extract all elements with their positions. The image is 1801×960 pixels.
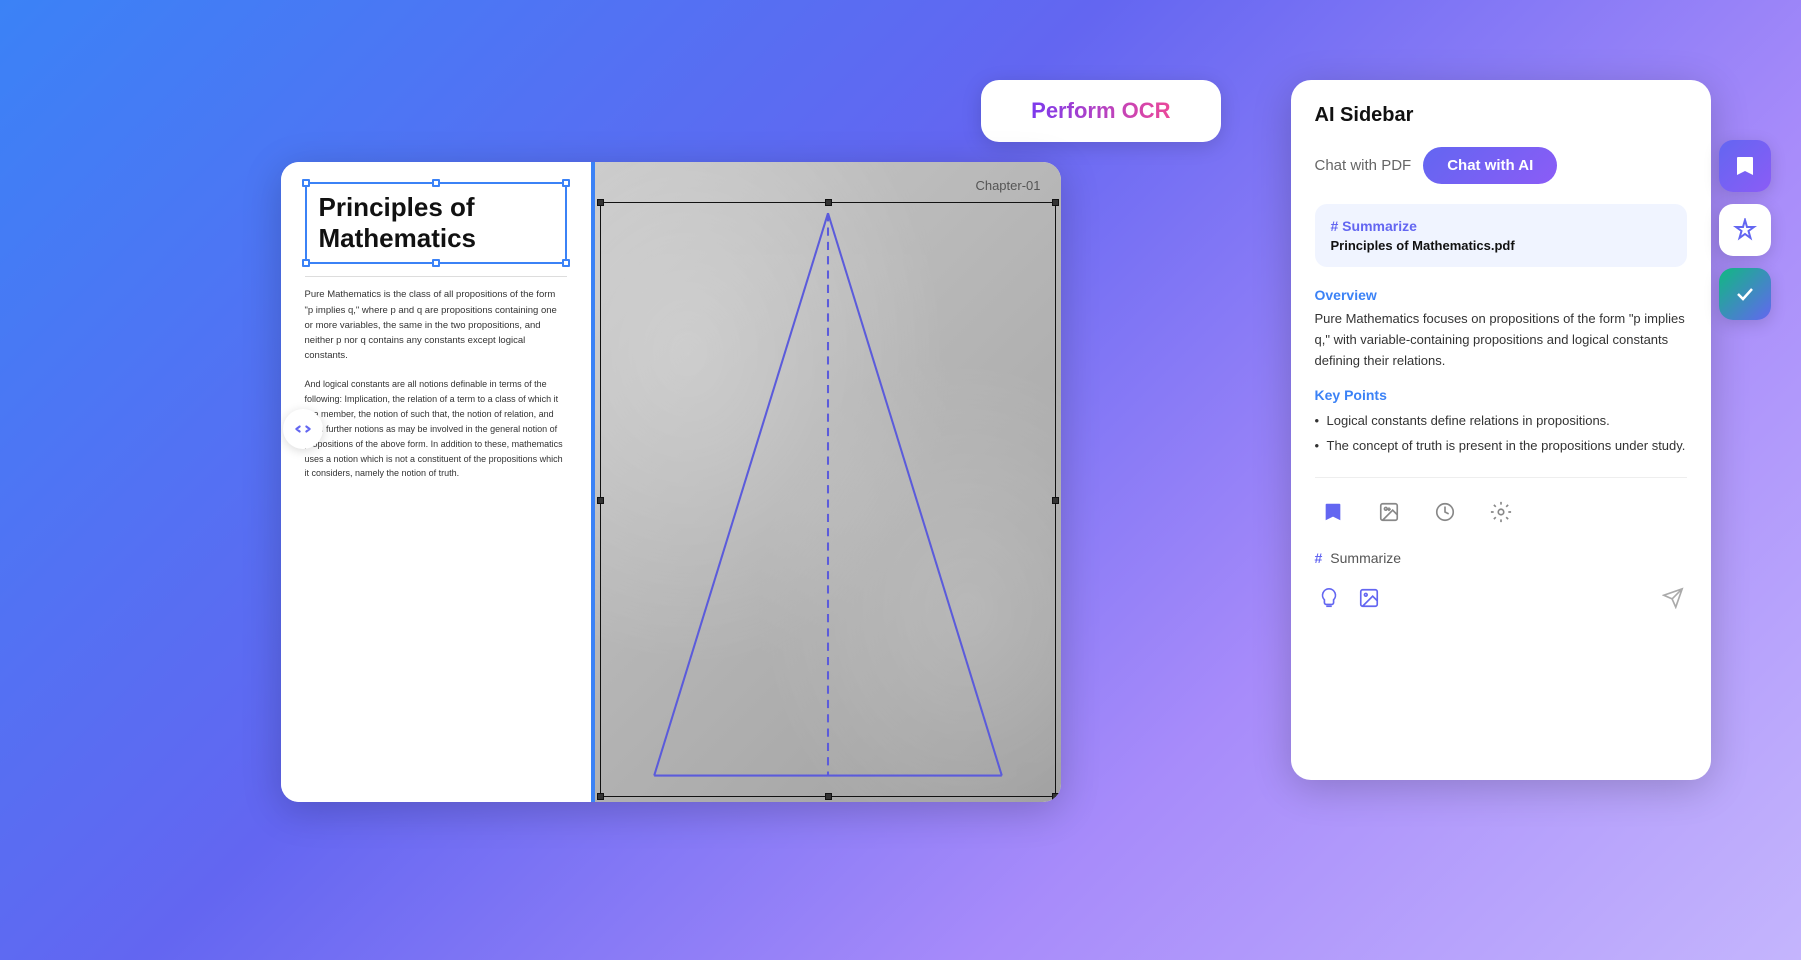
bottom-input-row bbox=[1315, 574, 1687, 612]
img-handle-br[interactable] bbox=[1052, 793, 1059, 800]
handle-top-left[interactable] bbox=[302, 179, 310, 187]
code-icon-wrapper[interactable] bbox=[283, 409, 323, 449]
settings-icon bbox=[1490, 501, 1512, 523]
key-points-list: Logical constants define relations in pr… bbox=[1315, 411, 1687, 457]
toolbar-icon-bookmark[interactable] bbox=[1315, 494, 1351, 530]
send-icon bbox=[1662, 587, 1684, 609]
pdf-body-section: And logical constants are all notions de… bbox=[305, 377, 567, 481]
bookmark-icon bbox=[1322, 501, 1344, 523]
add-image-icon bbox=[1378, 501, 1400, 523]
float-icon-ai[interactable] bbox=[1719, 204, 1771, 256]
key-point-1: Logical constants define relations in pr… bbox=[1315, 411, 1687, 432]
img-handle-ml[interactable] bbox=[597, 497, 604, 504]
floating-panel bbox=[1719, 140, 1771, 320]
toolbar-icon-settings[interactable] bbox=[1483, 494, 1519, 530]
sidebar-toolbar bbox=[1315, 477, 1687, 542]
bulb-icon[interactable] bbox=[1315, 584, 1343, 612]
ai-sidebar: AI Sidebar Chat with PDF Chat with AI # … bbox=[1291, 80, 1711, 780]
pdf-paragraph1: Pure Mathematics is the class of all pro… bbox=[305, 287, 567, 363]
summarize-card: # Summarize Principles of Mathematics.pd… bbox=[1315, 204, 1687, 267]
img-handle-tc[interactable] bbox=[825, 199, 832, 206]
right-side: AI Sidebar Chat with PDF Chat with AI # … bbox=[1291, 80, 1711, 780]
summarize-hash: # Summarize bbox=[1331, 218, 1671, 234]
send-button[interactable] bbox=[1659, 584, 1687, 612]
ocr-button[interactable]: Perform OCR bbox=[981, 80, 1220, 142]
sidebar-title: AI Sidebar bbox=[1315, 104, 1687, 127]
image-selection-box[interactable] bbox=[600, 202, 1056, 797]
float-check-icon bbox=[1733, 282, 1757, 306]
img-handle-bl[interactable] bbox=[597, 793, 604, 800]
handle-bottom-center[interactable] bbox=[432, 259, 440, 267]
handle-top-center[interactable] bbox=[432, 179, 440, 187]
triangle-svg bbox=[601, 203, 1055, 796]
title-selection-box[interactable]: Principles of Mathematics bbox=[305, 182, 567, 264]
float-bookmark-icon bbox=[1733, 154, 1757, 178]
pdf-left-panel: Principles of Mathematics Pure Mathemati… bbox=[281, 162, 591, 802]
tab-row: Chat with PDF Chat with AI bbox=[1315, 147, 1687, 184]
second-hash: # bbox=[1315, 550, 1323, 566]
second-summarize-label: Summarize bbox=[1330, 550, 1401, 566]
key-points-label: Key Points bbox=[1315, 387, 1687, 403]
code-icon bbox=[293, 419, 313, 439]
toolbar-icon-add-image[interactable] bbox=[1371, 494, 1407, 530]
handle-bottom-right[interactable] bbox=[562, 259, 570, 267]
toolbar-icon-history[interactable] bbox=[1427, 494, 1463, 530]
img-handle-tr[interactable] bbox=[1052, 199, 1059, 206]
pdf-divider-line bbox=[305, 276, 567, 277]
handle-bottom-left[interactable] bbox=[302, 259, 310, 267]
ocr-button-label: Perform OCR bbox=[1031, 98, 1170, 123]
pdf-paragraph2: And logical constants are all notions de… bbox=[305, 377, 567, 481]
second-summarize-row: # Summarize bbox=[1315, 542, 1687, 574]
left-side: Perform OCR Principles of Mathematics bbox=[91, 80, 1251, 802]
pdf-right-panel: Chapter-01 bbox=[595, 162, 1061, 802]
img-handle-tl[interactable] bbox=[597, 199, 604, 206]
float-ai-icon bbox=[1733, 218, 1757, 242]
pdf-viewer: Principles of Mathematics Pure Mathemati… bbox=[281, 162, 1061, 802]
image-icon bbox=[1358, 587, 1380, 609]
summarize-filename: Principles of Mathematics.pdf bbox=[1331, 238, 1671, 253]
img-handle-mr[interactable] bbox=[1052, 497, 1059, 504]
ocr-button-wrapper: Perform OCR bbox=[981, 80, 1220, 142]
overview-label: Overview bbox=[1315, 287, 1687, 303]
tab-chat-with-ai[interactable]: Chat with AI bbox=[1423, 147, 1557, 184]
image-upload-icon[interactable] bbox=[1355, 584, 1383, 612]
overview-text: Pure Mathematics focuses on propositions… bbox=[1315, 309, 1687, 371]
float-icon-check[interactable] bbox=[1719, 268, 1771, 320]
img-handle-bc[interactable] bbox=[825, 793, 832, 800]
history-icon bbox=[1434, 501, 1456, 523]
pdf-title: Principles of Mathematics bbox=[319, 192, 553, 254]
lightbulb-icon bbox=[1318, 587, 1340, 609]
handle-top-right[interactable] bbox=[562, 179, 570, 187]
tab-chat-with-pdf[interactable]: Chat with PDF bbox=[1315, 149, 1412, 182]
chapter-label: Chapter-01 bbox=[975, 178, 1040, 193]
key-point-2: The concept of truth is present in the p… bbox=[1315, 436, 1687, 457]
main-container: Perform OCR Principles of Mathematics bbox=[51, 40, 1751, 920]
float-icon-bookmark[interactable] bbox=[1719, 140, 1771, 192]
